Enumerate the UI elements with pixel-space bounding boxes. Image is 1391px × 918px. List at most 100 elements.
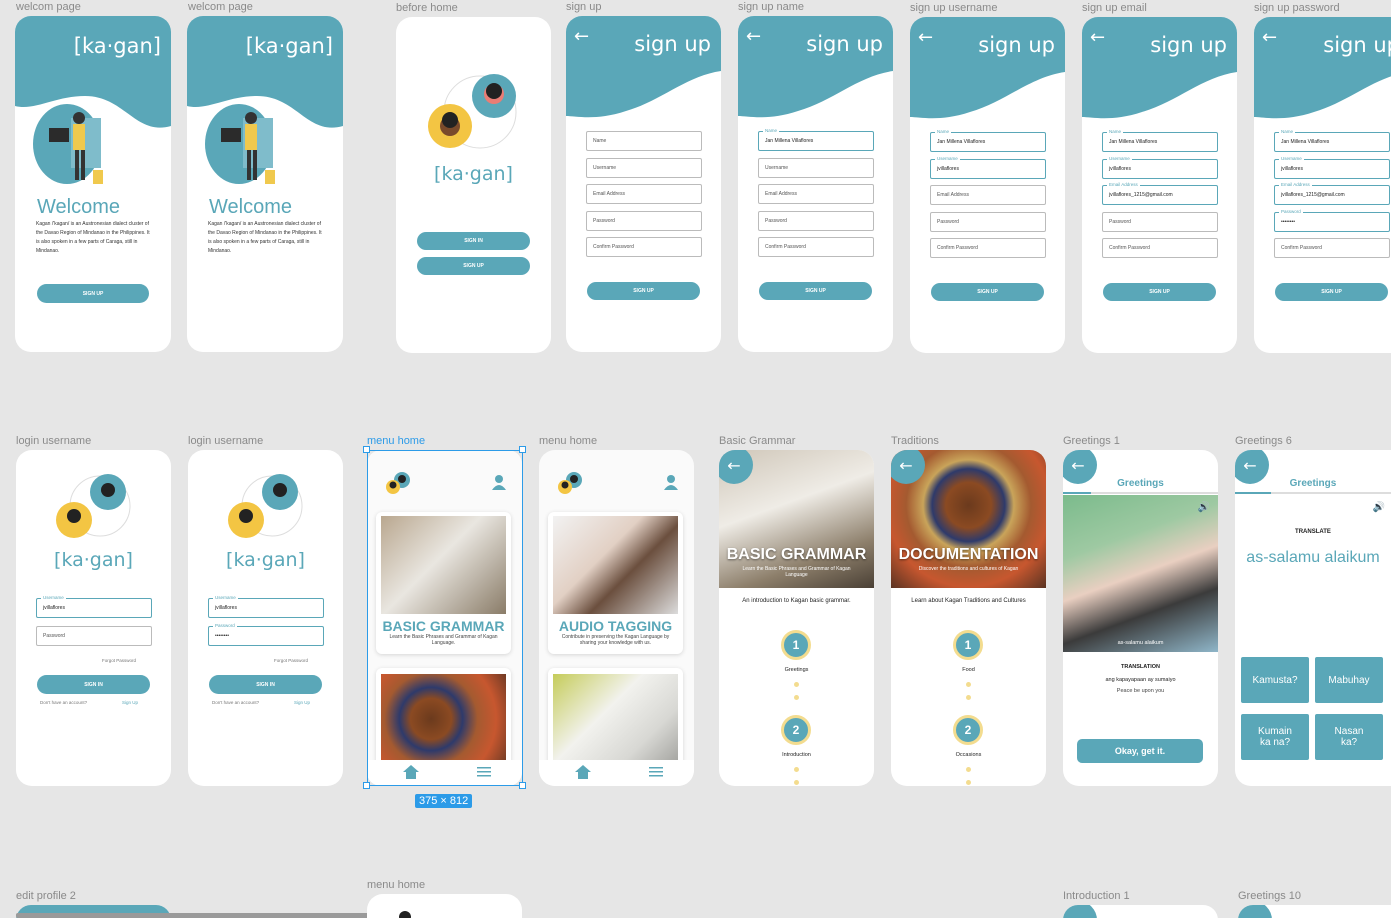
sign-up-button[interactable]: SIGN UP: [1275, 283, 1388, 301]
back-arrow-icon[interactable]: ←: [1262, 27, 1277, 48]
login-frame[interactable]: [ka·gan] Username jvillaflores Password ••…: [188, 450, 343, 786]
answer-option[interactable]: Kamusta?: [1241, 657, 1309, 703]
email-field[interactable]: Email Address: [586, 184, 702, 204]
back-arrow-icon[interactable]: ←: [918, 27, 933, 48]
username-field[interactable]: Username jvillaflores: [930, 156, 1046, 179]
frame-label[interactable]: sign up email: [1082, 2, 1147, 14]
profile-icon[interactable]: [663, 474, 679, 490]
sign-up-name-frame[interactable]: ← sign up Name Jan Millena Villaflores Us…: [738, 16, 893, 352]
frame-label[interactable]: menu home: [367, 435, 425, 447]
confirm-password-field[interactable]: Confirm Password: [586, 237, 702, 257]
sign-up-button[interactable]: SIGN UP: [1103, 283, 1216, 301]
sign-up-button[interactable]: SIGN UP: [759, 282, 872, 300]
email-field[interactable]: Email Address jvillaflores_1215@gmail.com: [1102, 182, 1218, 205]
sign-in-button[interactable]: SIGN IN: [417, 232, 530, 250]
frame-label[interactable]: Greetings 1: [1063, 435, 1120, 447]
sign-up-email-frame[interactable]: ← sign up Name Jan Millena Villaflores Us…: [1082, 17, 1237, 353]
email-field[interactable]: Email Address jvillaflores_1215@gmail.com: [1274, 182, 1390, 205]
sign-up-button[interactable]: SIGN UP: [37, 284, 149, 303]
password-field[interactable]: Password ••••••••: [1274, 209, 1390, 232]
back-arrow-icon[interactable]: ←: [1090, 27, 1105, 48]
frame-label[interactable]: welcom page: [16, 1, 81, 13]
email-field[interactable]: Email Address: [930, 185, 1046, 205]
name-field[interactable]: Name Jan Millena Villaflores: [1102, 129, 1218, 152]
email-field[interactable]: Email Address: [758, 184, 874, 204]
sign-in-button[interactable]: SIGN IN: [37, 675, 150, 694]
introduction-frame[interactable]: [1063, 905, 1218, 918]
sign-up-username-frame[interactable]: ← sign up Name Jan Millena Villaflores Us…: [910, 17, 1065, 353]
confirm-password-field[interactable]: Confirm Password: [1274, 238, 1390, 258]
tab-greetings[interactable]: Greetings: [1063, 478, 1218, 489]
frame-label[interactable]: before home: [396, 2, 458, 14]
back-arrow-icon[interactable]: [1063, 905, 1097, 918]
welcome-frame[interactable]: [ka·gan] Welcome Kagan /'kagan/ is an Au…: [15, 16, 171, 352]
sign-in-button[interactable]: SIGN IN: [209, 675, 322, 694]
frame-label[interactable]: Traditions: [891, 435, 939, 447]
confirm-password-field[interactable]: Confirm Password: [758, 237, 874, 257]
password-field[interactable]: Password: [758, 211, 874, 231]
back-arrow-icon[interactable]: ←: [746, 26, 761, 47]
answer-option[interactable]: Mabuhay: [1315, 657, 1383, 703]
name-field[interactable]: Name Jan Millena Villaflores: [1274, 129, 1390, 152]
answer-option[interactable]: Kumain ka na?: [1241, 714, 1309, 760]
password-field[interactable]: Password: [930, 212, 1046, 232]
frame-label[interactable]: Greetings 6: [1235, 435, 1292, 447]
resize-handle[interactable]: [519, 782, 526, 789]
username-field[interactable]: Username jvillaflores: [1102, 156, 1218, 179]
username-field[interactable]: Username: [758, 158, 874, 178]
name-field[interactable]: Name Jan Millena Villaflores: [758, 128, 874, 151]
speaker-icon[interactable]: 🔊: [1198, 502, 1210, 513]
password-field[interactable]: Password: [586, 211, 702, 231]
password-field[interactable]: Password ••••••••: [208, 623, 324, 646]
resize-handle[interactable]: [363, 446, 370, 453]
sign-up-button[interactable]: SIGN UP: [931, 283, 1044, 301]
lesson-step-1[interactable]: 1: [781, 630, 811, 660]
greetings-10-frame[interactable]: [1238, 905, 1391, 918]
password-field[interactable]: Password: [36, 626, 152, 646]
menu-home-frame[interactable]: [367, 894, 522, 918]
name-field[interactable]: Name Jan Millena Villaflores: [930, 129, 1046, 152]
resize-handle[interactable]: [363, 782, 370, 789]
login-frame[interactable]: [ka·gan] Username jvillaflores Password F…: [16, 450, 171, 786]
sign-up-button[interactable]: SIGN UP: [417, 257, 530, 275]
lesson-step-2[interactable]: 2: [781, 715, 811, 745]
frame-label[interactable]: Basic Grammar: [719, 435, 795, 447]
username-field[interactable]: Username: [586, 158, 702, 178]
frame-label[interactable]: welcom page: [188, 1, 253, 13]
back-arrow-icon[interactable]: [1238, 905, 1272, 918]
frame-label[interactable]: sign up: [566, 1, 601, 13]
frame-label[interactable]: menu home: [367, 879, 425, 891]
okay-button[interactable]: Okay, get it.: [1077, 739, 1203, 763]
frame-label[interactable]: login username: [16, 435, 91, 447]
frame-label[interactable]: Greetings 10: [1238, 890, 1301, 902]
username-field[interactable]: Username jvillaflores: [1274, 156, 1390, 179]
sign-up-link[interactable]: Sign Up: [122, 700, 138, 705]
forgot-password-link[interactable]: Forgot Password: [102, 658, 136, 663]
menu-home-frame[interactable]: AUDIO TAGGING Contribute in preserving t…: [539, 450, 694, 786]
speaker-icon[interactable]: 🔊: [1373, 502, 1385, 513]
resize-handle[interactable]: [519, 446, 526, 453]
sign-up-button[interactable]: SIGN UP: [587, 282, 700, 300]
frame-label[interactable]: login username: [188, 435, 263, 447]
frame-label[interactable]: edit profile 2: [16, 890, 76, 902]
home-icon[interactable]: [575, 765, 591, 779]
sign-up-password-frame[interactable]: ← sign up Name Jan Millena Villaflores Us…: [1254, 17, 1391, 353]
greetings-1-frame[interactable]: ← Greetings 🔊 as-salamu alaikum TRANSLAT…: [1063, 450, 1218, 786]
name-field[interactable]: Name: [586, 131, 702, 151]
username-field[interactable]: Username jvillaflores: [208, 595, 324, 618]
forgot-password-link[interactable]: Forgot Password: [274, 658, 308, 663]
frame-label[interactable]: Introduction 1: [1063, 890, 1130, 902]
audio-tagging-card[interactable]: AUDIO TAGGING Contribute in preserving t…: [548, 512, 683, 654]
tab-greetings[interactable]: Greetings: [1235, 478, 1391, 489]
greetings-6-frame[interactable]: ← Greetings 🔊 TRANSLATE as-salamu alaiku…: [1235, 450, 1391, 786]
lesson-step-1[interactable]: 1: [953, 630, 983, 660]
welcome-frame[interactable]: [ka·gan] Welcome Kagan /'kagan/ is an Au…: [187, 16, 343, 352]
menu-icon[interactable]: [649, 767, 663, 777]
answer-option[interactable]: Nasan ka?: [1315, 714, 1383, 760]
confirm-password-field[interactable]: Confirm Password: [930, 238, 1046, 258]
basic-grammar-frame[interactable]: ← BASIC GRAMMAR Learn the Basic Phrases …: [719, 450, 874, 786]
confirm-password-field[interactable]: Confirm Password: [1102, 238, 1218, 258]
frame-label[interactable]: sign up username: [910, 2, 997, 14]
before-home-frame[interactable]: [ka·gan] SIGN IN SIGN UP: [396, 17, 551, 353]
frame-label[interactable]: sign up password: [1254, 2, 1340, 14]
